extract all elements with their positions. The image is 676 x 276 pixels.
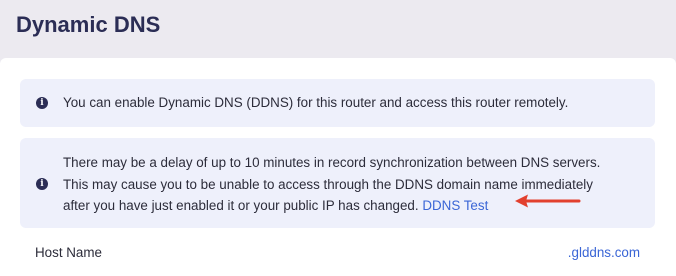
info-notice-ddns-intro: i You can enable Dynamic DNS (DDNS) for … <box>20 79 655 127</box>
host-name-label: Host Name <box>35 245 102 260</box>
notice-line: There may be a delay of up to 10 minutes… <box>63 155 601 170</box>
notice-line: This may cause you to be unable to acces… <box>63 176 593 192</box>
ddns-settings-card: i You can enable Dynamic DNS (DDNS) for … <box>0 58 676 276</box>
info-notice-sync-delay: i There may be a delay of up to 10 minut… <box>20 138 655 228</box>
page-title: Dynamic DNS <box>16 12 161 37</box>
ddns-test-link[interactable]: DDNS Test <box>422 198 488 213</box>
info-icon: i <box>36 178 48 190</box>
info-icon: i <box>36 97 48 109</box>
host-name-row: Host Name .glddns.com <box>0 242 676 270</box>
notice-text: You can enable Dynamic DNS (DDNS) for th… <box>63 95 569 110</box>
dynamic-dns-page: Dynamic DNS i You can enable Dynamic DNS… <box>0 0 676 276</box>
host-name-value: .glddns.com <box>567 245 640 260</box>
annotation-arrow-icon <box>515 194 581 208</box>
notice-line-text: after you have just enabled it or your p… <box>63 198 419 213</box>
